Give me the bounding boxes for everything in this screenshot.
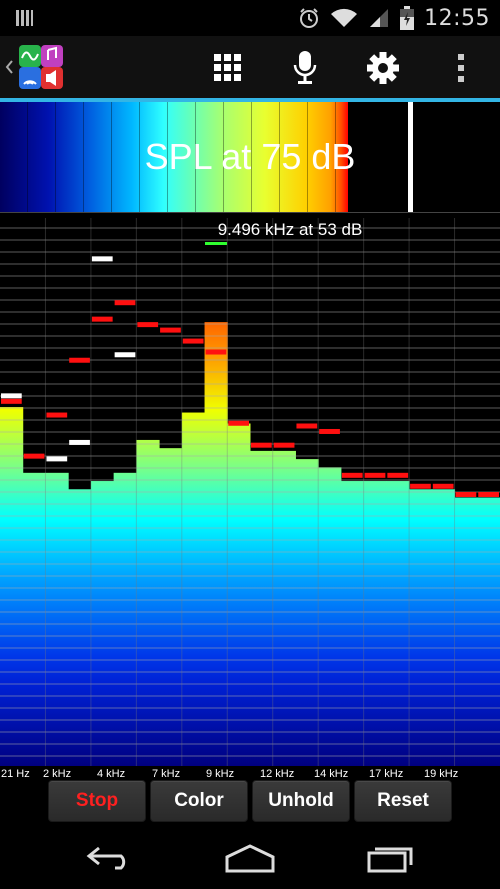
color-button[interactable]: Color [150,780,248,822]
peak-frequency-label: 9.496 kHz at 53 dB [0,220,500,240]
spectrum-bar [477,497,500,766]
spectrum-bar [0,407,24,766]
peak-hold-mark [251,442,272,448]
max-peak-mark [69,439,90,445]
frequency-tick-label: 17 kHz [369,768,404,780]
frequency-tick-label: 21 Hz [1,768,30,780]
spectrum-bar [454,497,478,766]
peak-hold-mark [182,338,204,344]
recent-apps-button[interactable] [360,836,420,880]
spectrum-bar [409,489,433,766]
signal-icon [370,9,389,27]
max-peak-mark [114,352,136,358]
settings-button[interactable] [361,46,405,90]
peak-hold-mark [205,349,227,355]
frequency-tick-label: 2 kHz [43,768,72,780]
spectrum-bar [113,472,137,766]
microphone-button[interactable] [283,46,327,90]
home-icon [225,844,275,873]
peak-hold-mark [91,316,113,322]
unhold-button[interactable]: Unhold [252,780,350,822]
frequency-tick-label: 12 kHz [260,768,295,780]
home-button[interactable] [220,836,280,880]
spl-meter: SPL at 75 dB [0,102,500,213]
spectrum-bar [318,467,342,766]
peak-hold-mark [46,412,68,418]
action-bar [0,36,500,102]
control-buttons: Stop Color Unhold Reset [0,780,500,824]
recent-apps-icon [367,847,413,873]
back-icon [86,846,126,870]
peak-hold-mark [296,423,318,429]
overflow-menu-button[interactable] [439,46,483,90]
spectrum-bar [431,489,456,766]
frequency-tick-label: 9 kHz [206,768,235,780]
spectrum-bar [227,423,251,766]
reset-button[interactable]: Reset [354,780,452,822]
stop-button[interactable]: Stop [48,780,146,822]
peak-hold-mark [432,483,454,489]
alarm-icon [300,8,319,28]
peak-hold-mark [273,442,295,448]
peak-hold-mark [319,428,340,434]
spectrum-bar [68,489,92,766]
frequency-tick-label: 19 kHz [424,768,459,780]
microphone-icon [293,51,317,84]
spectrum-plot [0,218,500,766]
peak-hold-mark [341,472,363,478]
wifi-icon [331,8,358,27]
spectrum-bar [136,439,160,766]
navigation-bar [0,826,500,889]
peak-hold-mark [455,492,477,497]
max-peak-mark [46,456,68,462]
status-bar: 12:55 [0,0,500,36]
frequency-tick-label: 4 kHz [97,768,126,780]
spectrum-analyzer[interactable]: 9.496 kHz at 53 dB [0,218,500,766]
notification-icon [16,10,33,26]
spectrum-bar [159,448,183,766]
spl-label: SPL at 75 dB [144,136,356,177]
peak-hold-mark [137,322,159,328]
more-vertical-icon [458,54,464,82]
max-peak-mark [91,256,113,262]
peak-frequency-text: 9.496 kHz at 53 dB [217,220,363,239]
grid-icon [214,54,241,81]
frequency-tick-label: 7 kHz [152,768,181,780]
peak-hold-mark [387,472,409,478]
peak-hold-mark [69,357,90,363]
peak-hold-mark [478,492,499,497]
peak-hold-mark [364,472,386,478]
peak-indicator [205,242,227,245]
spectrum-bar [250,450,274,766]
spectrum-bar [45,472,69,766]
spectrum-bar [204,322,228,766]
max-peak-mark [1,393,22,399]
app-logo-icon [5,45,63,89]
battery-icon [400,6,415,30]
frequency-tick-label: 14 kHz [314,768,349,780]
clock: 12:55 [424,5,490,31]
app-home-button[interactable] [4,44,64,90]
peak-hold-mark [228,420,249,426]
peak-hold-mark [114,300,136,306]
peak-hold-mark [410,483,431,489]
spectrum-bar [272,450,296,766]
peak-hold-mark [160,327,181,333]
spectrum-bar [181,412,206,766]
grid-button[interactable] [206,46,250,90]
peak-hold-mark [1,398,22,404]
gear-icon [367,52,399,84]
spectrum-bar [22,472,46,766]
back-button[interactable] [80,836,140,880]
peak-hold-mark [23,453,45,459]
